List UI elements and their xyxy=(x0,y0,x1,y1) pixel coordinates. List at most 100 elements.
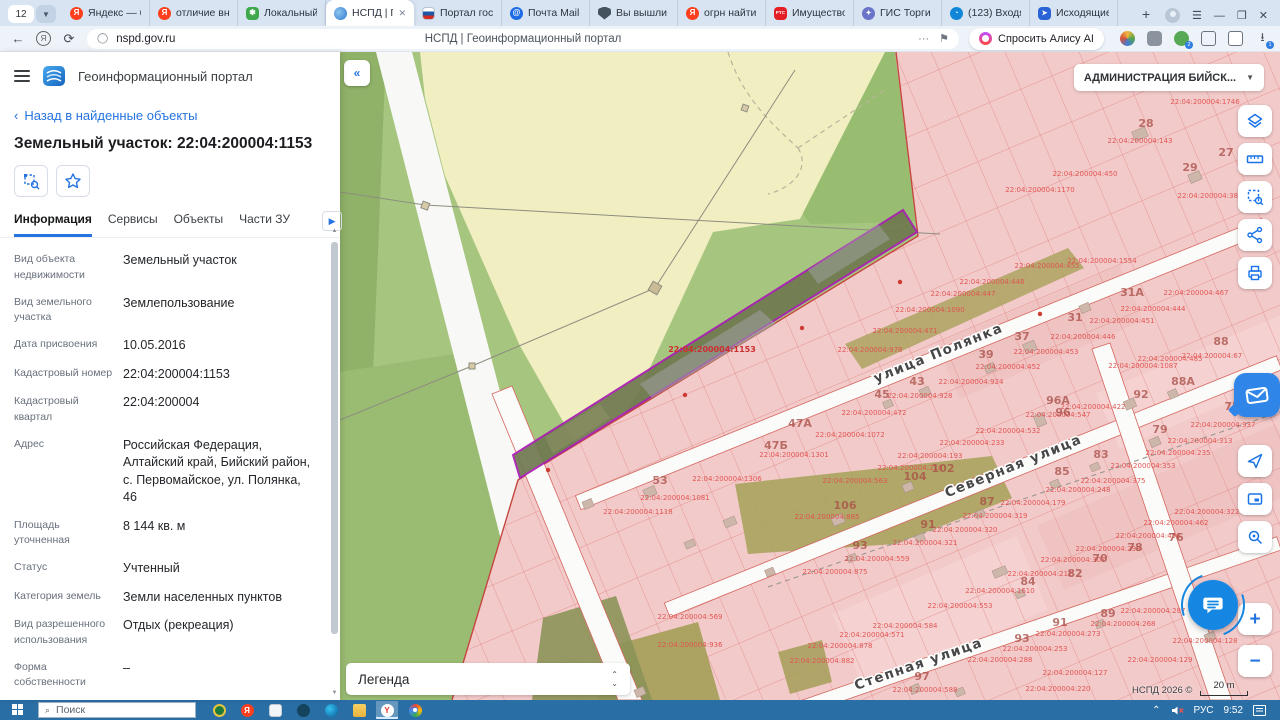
download-icon[interactable]: ⭳ 1 xyxy=(1255,30,1274,49)
browser-tab[interactable]: ✱ Локальный д xyxy=(238,0,326,26)
taskbar-app-dark[interactable] xyxy=(292,701,314,719)
yandex-favicon: Я xyxy=(70,6,83,20)
adblock-extension-icon[interactable]: 2 xyxy=(1174,31,1193,49)
url-text[interactable]: nspd.gov.ru xyxy=(116,33,175,45)
browser-tab[interactable]: Вы вышли из xyxy=(590,0,678,26)
tab-close-icon[interactable]: ✕ xyxy=(398,8,406,19)
new-tab-button[interactable]: + xyxy=(1135,4,1157,24)
clock[interactable]: 9:52 xyxy=(1224,705,1243,716)
parcel-point xyxy=(682,392,688,398)
yandex-protect-icon[interactable]: Я xyxy=(36,31,51,46)
nspd-favicon xyxy=(334,6,347,20)
browser-tab[interactable]: Яогрн найти п xyxy=(678,0,766,26)
more-icon[interactable]: ··· xyxy=(918,33,929,45)
panel-tab-4[interactable]: Части ЗУ xyxy=(239,212,290,237)
favorite-star-button[interactable] xyxy=(56,165,90,197)
minimize-icon[interactable]: — xyxy=(1214,10,1225,22)
legend-bar[interactable]: Легенда ⌃ ⌄ xyxy=(346,663,630,695)
zoom-to-object-button[interactable] xyxy=(14,165,48,197)
taskbar-app-ybro[interactable]: Y xyxy=(376,701,398,719)
measure-button[interactable] xyxy=(1238,143,1272,175)
profile-avatar[interactable] xyxy=(1165,8,1181,23)
browser-tab[interactable]: ➤ Исходящие з xyxy=(1030,0,1118,26)
browser-tab[interactable]: @ Почта Mail xyxy=(502,0,590,26)
tab-list-chevron-icon[interactable]: ▼ xyxy=(36,5,56,23)
browser-tab[interactable]: РТС Имущество xyxy=(766,0,854,26)
collapse-panel-button[interactable]: « xyxy=(344,60,370,86)
close-icon[interactable]: ✕ xyxy=(1259,9,1268,22)
print-button[interactable] xyxy=(1238,257,1272,289)
gis-favicon: ✦ xyxy=(862,6,875,20)
taskbar-app-folder[interactable] xyxy=(348,701,370,719)
geolocate-button[interactable] xyxy=(1238,445,1272,477)
cadastral-label: 22:04:200004:462 xyxy=(1144,519,1209,527)
cadastral-label: 22:04:200004:885 xyxy=(795,513,860,521)
zoom-out-button[interactable]: − xyxy=(1238,645,1272,677)
bookmark-flag-icon[interactable]: ⚑ xyxy=(939,32,949,45)
house-number: 47А xyxy=(788,417,812,430)
cadastral-label: 22:04:200004:1072 xyxy=(815,431,884,439)
map-canvas[interactable]: 22:04:200004:1153 22:04:200004:1746 22:04:… xyxy=(340,52,1280,700)
ruler-icon xyxy=(1246,155,1264,164)
back-to-results-link[interactable]: ‹ Назад в найденные объекты xyxy=(0,94,340,123)
taskbar-app-edge[interactable] xyxy=(320,701,342,719)
legend-expand-icon[interactable]: ⌃ ⌄ xyxy=(611,671,618,687)
parcel-point xyxy=(897,279,903,285)
start-button-icon[interactable] xyxy=(12,704,24,716)
browser-tab[interactable]: ◔ (123) Входящ xyxy=(942,0,1030,26)
taskbar-app-chrome[interactable] xyxy=(404,701,426,719)
action-center-icon[interactable] xyxy=(1253,704,1266,716)
extension-puzzle-icon[interactable] xyxy=(1201,31,1216,46)
extension-icon[interactable] xyxy=(1120,31,1135,46)
screen: 12 ▼ ЯЯндекс — быЯотличие вну✱Локальный … xyxy=(0,0,1280,720)
taskbar-app-onec[interactable] xyxy=(208,701,230,719)
site-globe-icon: ◯ xyxy=(97,33,109,44)
cadastral-label: 22:04:200004:471 xyxy=(873,327,938,335)
tab-counter[interactable]: 12 ▼ xyxy=(8,5,56,23)
tray-chevron-icon[interactable]: ⌃ xyxy=(1152,705,1160,716)
browser-tab[interactable]: Яотличие вну xyxy=(150,0,238,26)
back-icon[interactable]: ← xyxy=(10,31,26,46)
share-button[interactable] xyxy=(1238,219,1272,251)
tab-counter-value[interactable]: 12 xyxy=(8,5,34,23)
volume-muted-icon[interactable] xyxy=(1171,705,1184,716)
refresh-icon[interactable]: ⟳ xyxy=(61,31,77,47)
browser-tab[interactable]: Я Яндекс — бы xyxy=(62,0,150,26)
address-bar[interactable]: ◯ nspd.gov.ru НСПД | Геоинформационный п… xyxy=(87,28,960,49)
restore-icon[interactable]: ❐ xyxy=(1237,9,1247,22)
ask-alice-button[interactable]: Спросить Алису AI xyxy=(969,27,1104,50)
taskbar-app-ya[interactable]: Я xyxy=(236,701,258,719)
field-label: Статус xyxy=(14,561,48,573)
browser-tab[interactable]: Портал госуд xyxy=(414,0,502,26)
chat-assistant-button[interactable] xyxy=(1188,580,1238,630)
tab-label: отличие вну xyxy=(176,7,229,19)
panel-tab-2[interactable]: Сервисы xyxy=(108,212,158,237)
hamburger-menu-icon[interactable] xyxy=(14,70,30,82)
cadastral-label: 22:04:200004:375 xyxy=(1081,477,1146,485)
taskbar-search[interactable]: ⌕ Поиск xyxy=(38,702,196,718)
cadastral-label: 22:04:200004:313 xyxy=(1168,437,1233,445)
select-objects-button[interactable] xyxy=(1238,181,1272,213)
browser-tab[interactable]: ✦ ГИС Торги – xyxy=(854,0,942,26)
language-indicator[interactable]: РУС xyxy=(1194,705,1214,716)
panel-tab-1[interactable]: Информация xyxy=(14,212,92,237)
scrollbar-thumb[interactable] xyxy=(331,242,338,634)
field-value: 10.05.2016 xyxy=(123,338,186,352)
post-office-marker[interactable] xyxy=(1234,373,1280,417)
region-selector[interactable]: АДМИНИСТРАЦИЯ БИЙСК... ▼ xyxy=(1073,64,1264,91)
layers-button[interactable] xyxy=(1238,105,1272,137)
object-fields: Вид объекта недвижимости Земельный участо… xyxy=(0,238,340,690)
scroll-down-icon[interactable]: ▼ xyxy=(331,690,338,696)
taskbar-app-doc[interactable] xyxy=(264,701,286,719)
scroll-up-icon[interactable]: ▲ xyxy=(331,228,338,234)
parcel-point xyxy=(1037,311,1043,317)
minimap-button[interactable] xyxy=(1238,483,1272,515)
extension-doc-icon[interactable] xyxy=(1228,31,1243,46)
browser-tab[interactable]: НСПД | Гео ✕ xyxy=(326,0,414,26)
panel-tab-3[interactable]: Объекты xyxy=(174,212,224,237)
browser-menu-icon[interactable]: ☰ xyxy=(1192,9,1202,22)
cadastral-label: 22:04:200004:353 xyxy=(1111,462,1176,470)
extension-mask-icon[interactable] xyxy=(1147,31,1162,46)
panel-scrollbar[interactable]: ▲ ▼ xyxy=(331,228,338,696)
search-area-button[interactable] xyxy=(1238,521,1272,553)
